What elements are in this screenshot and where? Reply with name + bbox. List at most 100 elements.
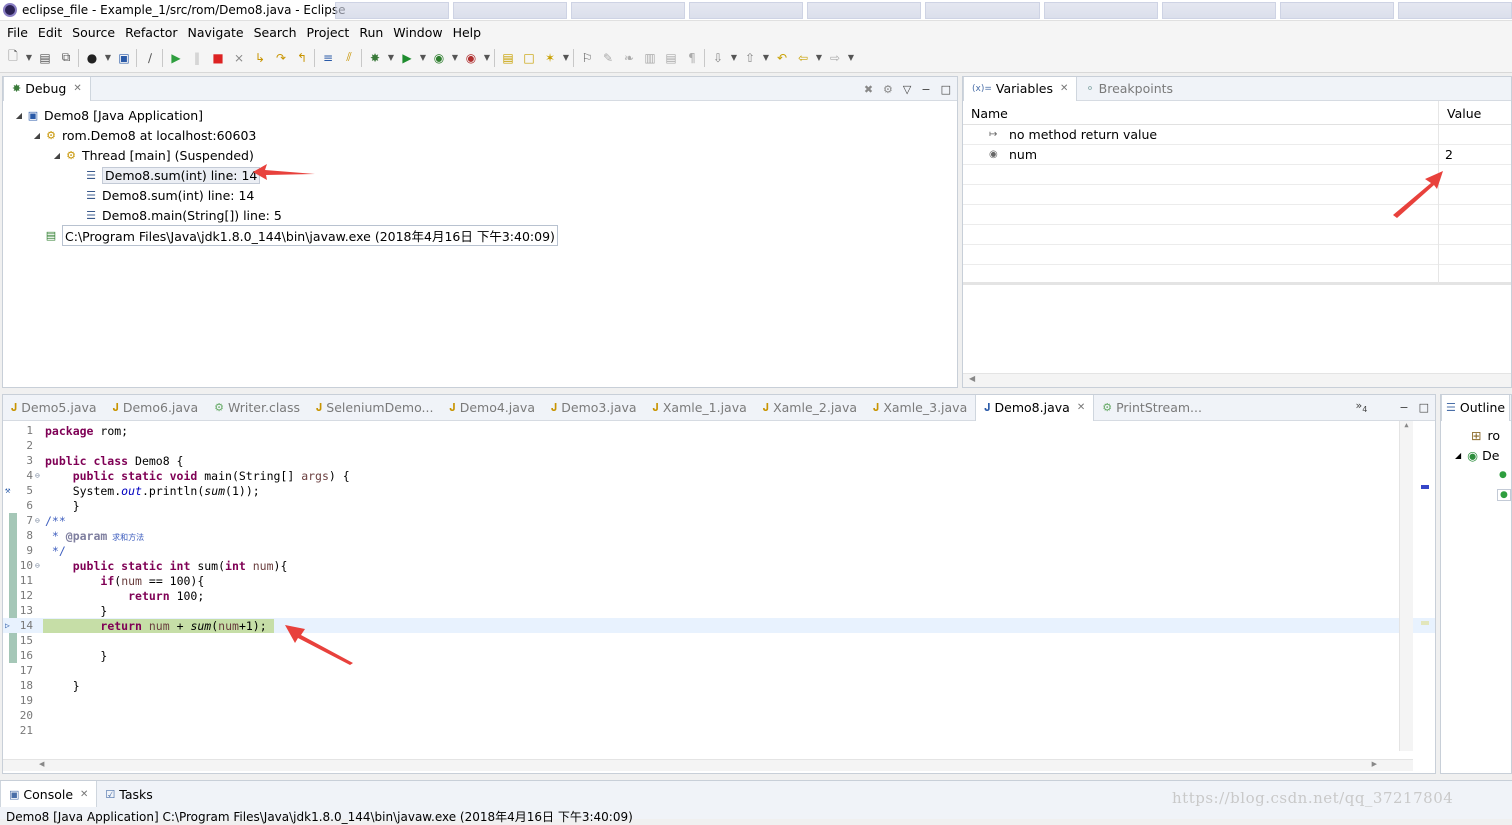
search-dropdown-icon[interactable]: ▼ <box>562 49 570 67</box>
menu-refactor[interactable]: Refactor <box>120 25 182 40</box>
outline-item-method-selected[interactable]: ● <box>1441 485 1511 505</box>
step-return-icon[interactable]: ↰ <box>293 49 311 67</box>
menu-navigate[interactable]: Navigate <box>183 25 249 40</box>
prev-annotation-icon[interactable]: ⇧ <box>741 49 759 67</box>
tab-breakpoints[interactable]: ⚬ Breakpoints <box>1077 77 1181 101</box>
tab-console[interactable]: ▣ Console ✕ <box>0 781 98 807</box>
outline-item-class[interactable]: ◢ ◉ De <box>1441 445 1511 465</box>
menu-project[interactable]: Project <box>302 25 355 40</box>
stack-frame-selected[interactable]: ☰ Demo8.sum(int) line: 14 <box>3 165 957 185</box>
editor-tab[interactable]: 𝐉 Demo6.java <box>105 396 207 420</box>
expand-triangle-icon[interactable]: ◢ <box>51 151 63 160</box>
debug-dropdown-icon[interactable]: ▼ <box>387 49 395 67</box>
code-editor[interactable]: 1 package rom; 2 3 public class Demo8 { 4 ⊖… <box>3 421 1435 759</box>
editor-tab[interactable]: 𝐉 Xamle_3.java <box>865 396 975 420</box>
next-annotation-icon[interactable]: ⇩ <box>709 49 727 67</box>
save-all-icon[interactable]: ⧉ <box>57 49 75 67</box>
chevron-down-icon[interactable]: ▽ <box>903 83 911 96</box>
use-step-filters-icon[interactable]: ⫽ <box>340 49 358 67</box>
tab-debug[interactable]: ✸ Debug ✕ <box>3 76 91 101</box>
terminate-icon[interactable]: ■ <box>209 49 227 67</box>
fold-icon[interactable]: ⊖ <box>35 516 43 525</box>
close-icon[interactable]: ✕ <box>73 83 81 94</box>
drop-to-frame-icon[interactable]: ≡ <box>319 49 337 67</box>
editor-tab[interactable]: 𝐉 Demo4.java <box>441 396 543 420</box>
pin-icon[interactable]: ⚐ <box>578 49 596 67</box>
next-annotation-dropdown-icon[interactable]: ▼ <box>730 49 738 67</box>
maximize-icon[interactable]: □ <box>941 83 951 96</box>
editor-tab-active[interactable]: 𝐉 Demo8.java ✕ <box>975 394 1095 421</box>
fold-icon[interactable]: ⊖ <box>35 561 43 570</box>
menu-run[interactable]: Run <box>354 25 388 40</box>
suspend-icon[interactable]: ‖ <box>188 49 206 67</box>
back-icon[interactable]: ⇦ <box>794 49 812 67</box>
outline-item-method[interactable]: ● <box>1441 465 1511 485</box>
expand-triangle-icon[interactable]: ◢ <box>1455 451 1461 460</box>
editor-horizontal-scrollbar[interactable]: ◀ ▶ <box>3 759 1413 771</box>
stack-frame[interactable]: ☰ Demo8.main(String[]) line: 5 <box>3 205 957 225</box>
step-into-icon[interactable]: ↳ <box>251 49 269 67</box>
expand-triangle-icon[interactable]: ◢ <box>13 111 25 120</box>
external-tools-icon[interactable]: ◉ <box>462 49 480 67</box>
new-icon[interactable]: 🗋 <box>4 49 22 67</box>
run-dropdown-icon[interactable]: ▼ <box>419 49 427 67</box>
editor-tab[interactable]: 𝐉 SeleniumDemo... <box>308 396 441 420</box>
close-icon[interactable]: ✕ <box>1060 83 1068 94</box>
menu-help[interactable]: Help <box>448 25 487 40</box>
terminal-icon[interactable]: ▣ <box>115 49 133 67</box>
menu-source[interactable]: Source <box>67 25 120 40</box>
fold-icon[interactable]: ⊖ <box>35 471 43 480</box>
outline-item-package[interactable]: ⊞ ro <box>1441 425 1511 445</box>
tab-outline[interactable]: ☰ Outline <box>1441 394 1511 421</box>
forward-dropdown-icon[interactable]: ▼ <box>847 49 855 67</box>
prev-annotation-dropdown-icon[interactable]: ▼ <box>762 49 770 67</box>
tab-overflow-icon[interactable]: »4 <box>1356 399 1368 414</box>
stack-frame[interactable]: ☰ Demo8.sum(int) line: 14 <box>3 185 957 205</box>
remove-terminated-icon[interactable]: ✖ <box>864 83 873 96</box>
new-dropdown-icon[interactable]: ▼ <box>25 49 33 67</box>
word-wrap-icon[interactable]: ▤ <box>662 49 680 67</box>
minimize-icon[interactable]: − <box>1399 401 1408 414</box>
save-icon[interactable]: ▤ <box>36 49 54 67</box>
menu-file[interactable]: File <box>2 25 33 40</box>
expand-triangle-icon[interactable]: ◢ <box>31 131 43 140</box>
show-whitespace-icon[interactable]: ¶ <box>683 49 701 67</box>
open-type-icon[interactable]: ▤ <box>499 49 517 67</box>
menu-edit[interactable]: Edit <box>33 25 67 40</box>
variable-row[interactable]: ↦ no method return value <box>963 124 1511 145</box>
close-icon[interactable]: ✕ <box>1077 402 1085 413</box>
block-selection-icon[interactable]: ▥ <box>641 49 659 67</box>
run-icon[interactable]: ▶ <box>398 49 416 67</box>
skip-breakpoints-icon[interactable]: ∕ <box>141 49 159 67</box>
coverage-icon[interactable]: ◉ <box>430 49 448 67</box>
column-value-header[interactable]: Value <box>1439 101 1489 124</box>
open-folder-icon[interactable]: □ <box>520 49 538 67</box>
debug-icon[interactable]: ✸ <box>366 49 384 67</box>
back-dropdown-icon[interactable]: ▼ <box>815 49 823 67</box>
close-icon[interactable]: ✕ <box>80 789 88 800</box>
editor-tab[interactable]: 𝐉 Demo3.java <box>543 396 645 420</box>
editor-tab[interactable]: ⚙ Writer.class <box>206 396 308 420</box>
editor-tab[interactable]: 𝐉 Demo5.java <box>3 396 105 420</box>
tab-variables[interactable]: (x)= Variables ✕ <box>963 76 1078 101</box>
menu-window[interactable]: Window <box>388 25 447 40</box>
variable-row[interactable]: ◉ num 2 <box>963 144 1511 165</box>
tab-tasks[interactable]: ☑ Tasks <box>97 782 160 806</box>
step-over-icon[interactable]: ↷ <box>272 49 290 67</box>
resume-icon[interactable]: ▶ <box>167 49 185 67</box>
coverage-dropdown-icon[interactable]: ▼ <box>451 49 459 67</box>
disconnect-icon[interactable]: ⨯ <box>230 49 248 67</box>
search-icon[interactable]: ✶ <box>541 49 559 67</box>
mark-icon[interactable]: ❧ <box>620 49 638 67</box>
minimize-icon[interactable]: − <box>921 83 930 96</box>
menu-search[interactable]: Search <box>249 25 302 40</box>
tree-node-target[interactable]: ◢ ⚙ rom.Demo8 at localhost:60603 <box>3 125 957 145</box>
view-menu-icon[interactable]: ⚙ <box>883 83 893 96</box>
column-name-header[interactable]: Name <box>963 101 1439 124</box>
maximize-icon[interactable]: □ <box>1419 401 1429 414</box>
editor-tab[interactable]: 𝐉 Xamle_1.java <box>645 396 755 420</box>
tree-node-process[interactable]: ▤ C:\Program Files\Java\jdk1.8.0_144\bin… <box>3 224 957 246</box>
forward-icon[interactable]: ⇨ <box>826 49 844 67</box>
perspective-dropdown-icon[interactable]: ▼ <box>104 49 112 67</box>
tree-node-launch[interactable]: ◢ ▣ Demo8 [Java Application] <box>3 105 957 125</box>
